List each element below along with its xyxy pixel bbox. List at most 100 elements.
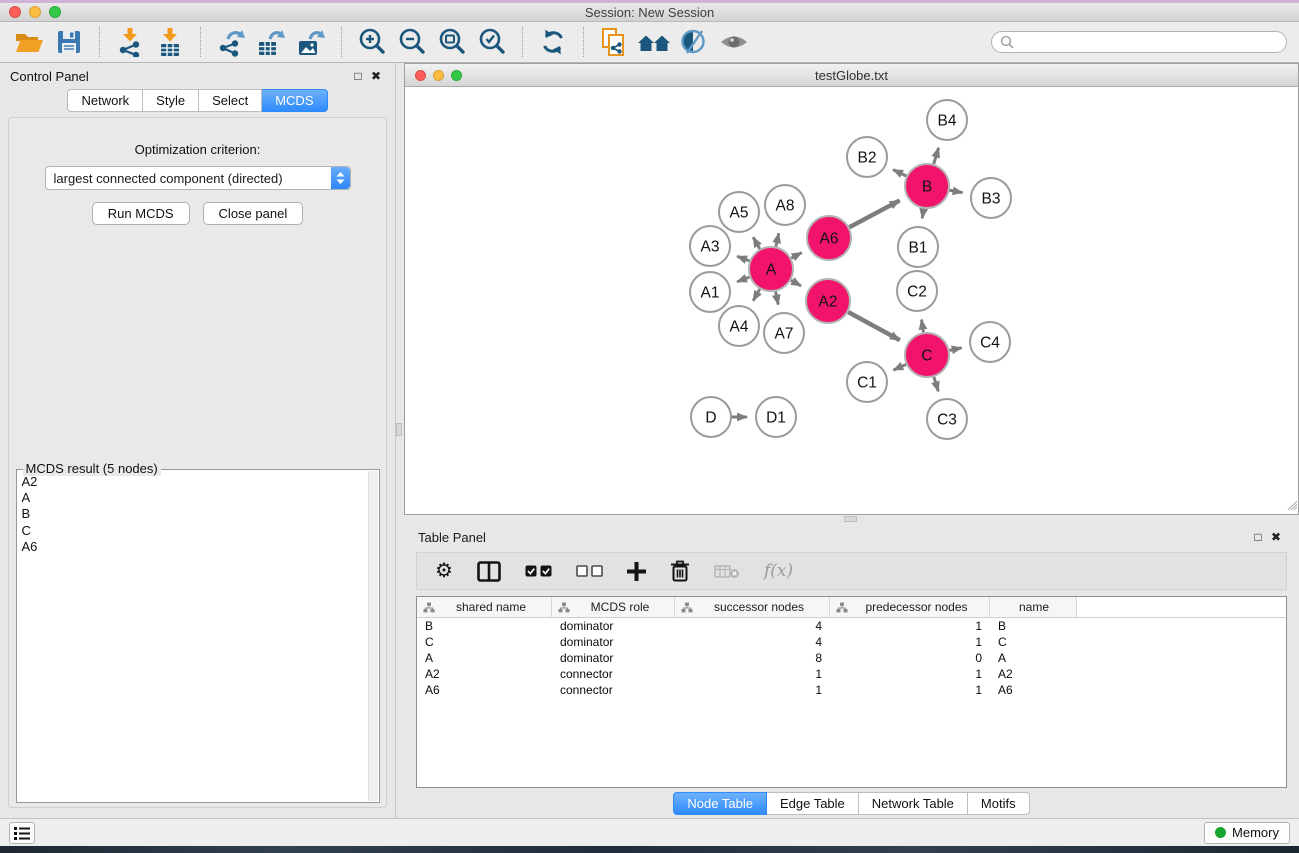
table-cell[interactable]: 1 [830, 619, 990, 633]
graph-edge-A-A8[interactable] [776, 233, 779, 246]
table-settings-icon[interactable]: ⚙ [435, 561, 453, 581]
graph-edge-B-B1[interactable] [922, 209, 923, 219]
graph-edge-A-A5[interactable] [753, 237, 760, 249]
graph-edge-A6-B[interactable] [849, 201, 899, 228]
close-panel-icon[interactable]: ✖ [1267, 528, 1285, 546]
table-cell[interactable]: connector [552, 683, 675, 697]
table-cell[interactable]: A6 [990, 683, 1077, 697]
column-header-successor-nodes[interactable]: successor nodes [675, 597, 830, 617]
table-cell[interactable]: A6 [417, 683, 552, 697]
export-table-icon[interactable] [254, 26, 288, 58]
column-header-MCDS-role[interactable]: MCDS role [552, 597, 675, 617]
duplicate-network-icon[interactable] [597, 26, 631, 58]
export-image-icon[interactable] [294, 26, 328, 58]
table-row-C[interactable]: Cdominator41C [417, 634, 1286, 650]
graph-node-B1[interactable]: B1 [898, 227, 938, 267]
table-row-A2[interactable]: A2connector11A2 [417, 666, 1286, 682]
table-row-B[interactable]: Bdominator41B [417, 618, 1286, 634]
mcds-result-item[interactable]: A2 [22, 474, 378, 490]
graph-node-A5[interactable]: A5 [719, 192, 759, 232]
mcds-result-item[interactable]: C [22, 523, 378, 539]
tab-node-table[interactable]: Node Table [673, 792, 767, 815]
import-table-icon[interactable] [153, 26, 187, 58]
minimize-window-button[interactable] [29, 6, 41, 18]
graph-node-A1[interactable]: A1 [690, 272, 730, 312]
divider-handle[interactable] [396, 423, 402, 436]
table-cell[interactable]: connector [552, 667, 675, 681]
network-canvas[interactable]: B4B2BB3A5A8A6B1A3AC2A1A2A4A7C4CC1C3DD1 [405, 87, 1298, 514]
divider-handle[interactable] [844, 516, 857, 522]
open-session-icon[interactable] [12, 26, 46, 58]
memory-button[interactable]: Memory [1204, 822, 1290, 844]
task-history-button[interactable] [9, 822, 35, 844]
table-row-A[interactable]: Adominator80A [417, 650, 1286, 666]
horizontal-split-divider[interactable] [404, 515, 1299, 524]
graph-edge-C-C2[interactable] [921, 320, 923, 333]
table-cell[interactable]: C [417, 635, 552, 649]
graph-node-A8[interactable]: A8 [765, 185, 805, 225]
graph-edge-A-A7[interactable] [776, 292, 779, 305]
tab-mcds[interactable]: MCDS [262, 89, 327, 112]
float-panel-icon[interactable]: □ [349, 67, 367, 85]
table-cell[interactable]: A [990, 651, 1077, 665]
table-cell[interactable]: A [417, 651, 552, 665]
table-cell[interactable]: B [990, 619, 1077, 633]
graph-edge-C-C3[interactable] [934, 377, 938, 391]
float-panel-icon[interactable]: □ [1249, 528, 1267, 546]
hide-panels-icon[interactable] [677, 26, 711, 58]
table-cell[interactable]: A2 [990, 667, 1077, 681]
table-cell[interactable]: 1 [830, 683, 990, 697]
graph-node-D[interactable]: D [691, 397, 731, 437]
table-cell[interactable]: 1 [675, 683, 830, 697]
graph-node-B2[interactable]: B2 [847, 137, 887, 177]
graph-node-A7[interactable]: A7 [764, 313, 804, 353]
add-column-icon[interactable] [627, 562, 646, 581]
home-icon[interactable] [637, 26, 671, 58]
criterion-select[interactable]: largest connected component (directed) [45, 166, 351, 190]
column-header-name[interactable]: name [990, 597, 1077, 617]
tab-edge-table[interactable]: Edge Table [767, 792, 859, 815]
search-input[interactable] [1019, 34, 1278, 50]
deselect-all-icon[interactable] [576, 565, 603, 577]
graph-edge-A-A2[interactable] [791, 280, 801, 286]
vertical-split-divider[interactable] [396, 63, 404, 818]
minimize-network-button[interactable] [433, 70, 444, 81]
mcds-result-scrollbar[interactable] [368, 471, 378, 801]
table-cell[interactable]: 1 [830, 667, 990, 681]
graph-node-D1[interactable]: D1 [756, 397, 796, 437]
graph-node-C2[interactable]: C2 [897, 271, 937, 311]
table-cell[interactable]: A2 [417, 667, 552, 681]
close-panel-button[interactable]: Close panel [203, 202, 304, 225]
graph-edge-A2-C[interactable] [848, 312, 900, 340]
show-columns-icon[interactable] [477, 561, 501, 582]
mcds-result-item[interactable]: B [22, 506, 378, 522]
save-session-icon[interactable] [52, 26, 86, 58]
graph-edge-A-A1[interactable] [737, 277, 749, 282]
close-network-button[interactable] [415, 70, 426, 81]
table-cell[interactable]: dominator [552, 651, 675, 665]
eye-icon[interactable] [717, 26, 751, 58]
graph-edge-C-C1[interactable] [893, 364, 906, 370]
refresh-icon[interactable] [536, 26, 570, 58]
mcds-result-item[interactable]: A [22, 490, 378, 506]
table-cell[interactable]: 8 [675, 651, 830, 665]
maximize-window-button[interactable] [49, 6, 61, 18]
zoom-fit-icon[interactable] [435, 26, 469, 58]
graph-edge-A-A4[interactable] [753, 289, 760, 301]
graph-edge-B-B3[interactable] [950, 190, 963, 192]
table-cell[interactable]: dominator [552, 619, 675, 633]
table-row-A6[interactable]: A6connector11A6 [417, 682, 1286, 698]
select-all-icon[interactable] [525, 565, 552, 577]
table-cell[interactable]: 1 [830, 635, 990, 649]
graph-edge-C-C4[interactable] [950, 348, 962, 350]
graph-edge-A-A6[interactable] [791, 253, 801, 259]
close-window-button[interactable] [9, 6, 21, 18]
graph-node-B4[interactable]: B4 [927, 100, 967, 140]
search-box[interactable] [991, 31, 1287, 53]
graph-node-A[interactable]: A [749, 247, 793, 291]
delete-column-icon[interactable] [670, 560, 690, 582]
tab-motifs[interactable]: Motifs [968, 792, 1030, 815]
table-cell[interactable]: 4 [675, 635, 830, 649]
mcds-result-item[interactable]: A6 [22, 539, 378, 555]
graph-node-C3[interactable]: C3 [927, 399, 967, 439]
